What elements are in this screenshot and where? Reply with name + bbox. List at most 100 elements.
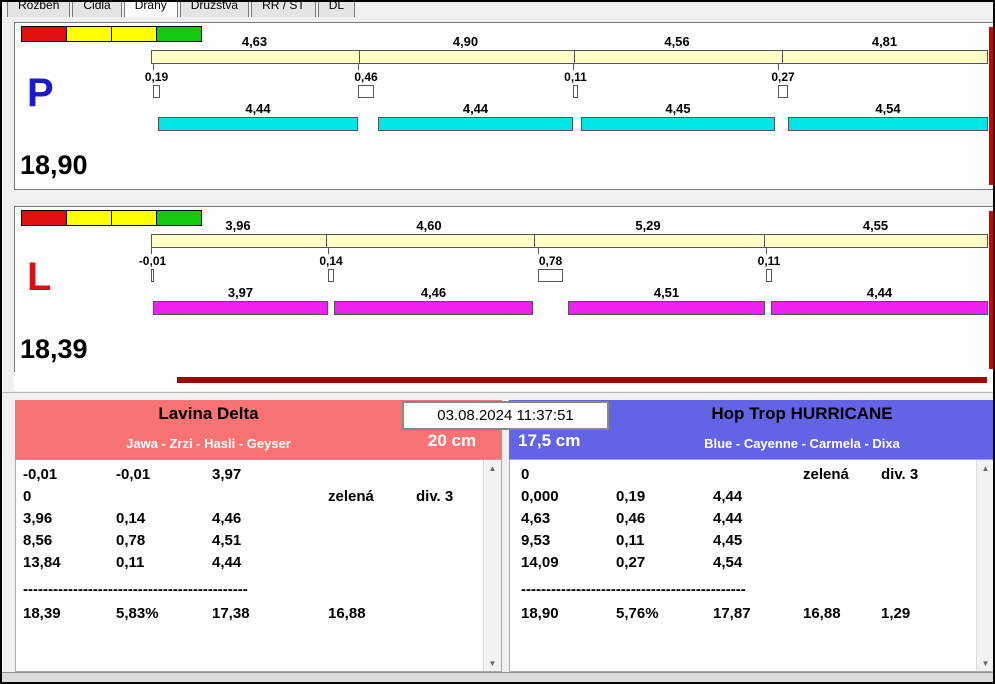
total-cell: 17,87 bbox=[713, 605, 751, 622]
tab-rozbeh[interactable]: Rozbeh bbox=[7, 2, 71, 17]
dog-time-label: 3,97 bbox=[227, 285, 254, 300]
total-cell: 16,88 bbox=[803, 605, 841, 622]
tab-dl[interactable]: DL bbox=[317, 2, 356, 17]
dog-time-bar bbox=[788, 117, 988, 131]
changeover-box bbox=[358, 85, 374, 98]
tab-dr-hy[interactable]: Dráhy bbox=[123, 2, 178, 17]
team-dogs: Blue - Cayenne - Carmela - Dixa bbox=[704, 436, 900, 451]
dog-time-label: 4,54 bbox=[875, 101, 901, 116]
total-time-bar bbox=[151, 50, 988, 64]
segment-divider bbox=[326, 235, 327, 247]
scrollbar[interactable]: ▲ ▼ bbox=[483, 460, 501, 671]
dog-time-bar bbox=[581, 117, 775, 131]
result-cell: 0,19 bbox=[616, 488, 646, 505]
segment-divider bbox=[764, 235, 765, 247]
segment-time-label: 4,56 bbox=[664, 34, 690, 49]
result-cell: 0 bbox=[521, 466, 530, 483]
scroll-down-icon[interactable]: ▼ bbox=[977, 655, 993, 671]
jump-height: 17,5 cm bbox=[518, 431, 581, 450]
status-bar bbox=[2, 672, 993, 682]
lane-total-time: 18,39 bbox=[20, 334, 88, 364]
team-dogs: Jawa - Zrzi - Hasli - Geyser bbox=[126, 436, 291, 451]
result-cell: 0,11 bbox=[116, 554, 145, 571]
segment-time-label: 4,55 bbox=[862, 218, 889, 233]
changeover-time-label: 0,11 bbox=[757, 254, 781, 268]
light-0 bbox=[21, 26, 67, 42]
dog-time-label: 4,46 bbox=[420, 285, 447, 300]
segment-divider bbox=[359, 51, 360, 63]
tab-dru-stv-[interactable]: Družstvá bbox=[179, 2, 250, 17]
changeover-box bbox=[778, 85, 788, 98]
changeover-box bbox=[573, 85, 578, 98]
progress-bar bbox=[177, 377, 987, 383]
changeover-time-label: 0,46 bbox=[354, 70, 378, 84]
team-left-results: ▲ ▼ -0,01 -0,01 3,97 0 zelená div. 3 3,96 0,14 4… bbox=[15, 459, 502, 672]
segment-time-label: 4,63 bbox=[241, 34, 268, 49]
divider-line bbox=[2, 392, 993, 393]
tab-bar: Rozbeh Čidla Dráhy Družstvá RR / ST DL bbox=[6, 2, 906, 17]
scroll-up-icon[interactable]: ▲ bbox=[484, 460, 501, 476]
tab--idla[interactable]: Čidla bbox=[72, 2, 122, 17]
result-cell: 4,51 bbox=[212, 532, 242, 549]
dog-time-label: 4,44 bbox=[245, 101, 271, 116]
changeover-box bbox=[538, 269, 563, 282]
total-cell: 17,38 bbox=[212, 605, 250, 622]
tab-rr-st[interactable]: RR / ST bbox=[251, 2, 316, 17]
separator-dashes: ----------------------------------------… bbox=[23, 581, 248, 598]
result-cell: 3,97 bbox=[212, 466, 242, 483]
dog-time-bar bbox=[378, 117, 573, 131]
dog-time-label: 4,51 bbox=[653, 285, 680, 300]
segment-time-label: 4,90 bbox=[452, 34, 479, 49]
result-cell: 13,84 bbox=[23, 554, 61, 571]
result-cell: 4,46 bbox=[212, 510, 242, 527]
lane-panel-p: 4,63 4,90 4,56 4,81 0,19 0,46 0,11 0,27 4,44 4,44… bbox=[14, 22, 993, 190]
scroll-down-icon[interactable]: ▼ bbox=[484, 655, 501, 671]
light-1 bbox=[67, 26, 112, 42]
result-cell: zelená bbox=[803, 466, 849, 483]
result-cell: 0,11 bbox=[616, 532, 645, 549]
result-cell: 9,53 bbox=[521, 532, 551, 549]
result-cell: 0 bbox=[23, 488, 32, 505]
total-cell: 18,90 bbox=[521, 605, 559, 622]
team-name: Lavina Delta bbox=[158, 404, 259, 423]
result-cell: 0,14 bbox=[116, 510, 146, 527]
finish-marker bbox=[989, 27, 993, 185]
separator-dashes: ----------------------------------------… bbox=[521, 581, 746, 598]
result-cell: 0,78 bbox=[116, 532, 146, 549]
result-cell: 14,09 bbox=[521, 554, 559, 571]
changeover-time-label: 0,11 bbox=[564, 70, 587, 84]
scroll-up-icon[interactable]: ▲ bbox=[977, 460, 993, 476]
result-cell: -0,01 bbox=[116, 466, 151, 483]
changeover-box bbox=[153, 85, 160, 98]
result-cell: zelená bbox=[328, 488, 374, 505]
total-cell: 16,88 bbox=[328, 605, 366, 622]
result-cell: 4,44 bbox=[713, 510, 743, 527]
result-cell: 4,45 bbox=[713, 532, 743, 549]
changeover-time-label: 0,78 bbox=[538, 254, 563, 268]
segment-time-label: 4,81 bbox=[871, 34, 898, 49]
result-cell: 4,44 bbox=[713, 488, 743, 505]
lane-letter: L bbox=[27, 255, 52, 299]
result-cell: 0,000 bbox=[521, 488, 559, 505]
total-cell: 18,39 bbox=[23, 605, 61, 622]
segment-time-label: 4,60 bbox=[416, 218, 442, 233]
result-cell: 4,54 bbox=[713, 554, 743, 571]
result-cell: div. 3 bbox=[881, 466, 919, 483]
jump-height: 20 cm bbox=[427, 431, 477, 450]
changeover-time-label: -0,01 bbox=[138, 254, 167, 268]
result-cell: -0,01 bbox=[23, 466, 58, 483]
dog-time-bar bbox=[158, 117, 358, 131]
team-right-results: ▲ ▼ 0 zelená div. 3 0,000 0,19 4,44 4,63 0,46 4,… bbox=[509, 459, 993, 672]
lane-panel-l: 3,96 4,60 5,29 4,55 -0,01 0,14 0,78 0,11 3,97 4,4… bbox=[14, 206, 993, 374]
changeover-box bbox=[328, 269, 334, 282]
segment-divider bbox=[574, 51, 575, 63]
segment-time-label: 3,96 bbox=[225, 218, 251, 233]
lane-letter: P bbox=[27, 71, 54, 115]
dog-time-label: 4,44 bbox=[462, 101, 489, 116]
app-window: Rozbeh Čidla Dráhy Družstvá RR / ST DL 4,63 4,… bbox=[0, 0, 995, 684]
changeover-box bbox=[766, 269, 772, 282]
total-cell: 5,83% bbox=[116, 605, 159, 622]
lane-total-time: 18,90 bbox=[20, 150, 88, 180]
scrollbar[interactable]: ▲ ▼ bbox=[976, 460, 993, 671]
segment-time-label: 5,29 bbox=[635, 218, 661, 233]
